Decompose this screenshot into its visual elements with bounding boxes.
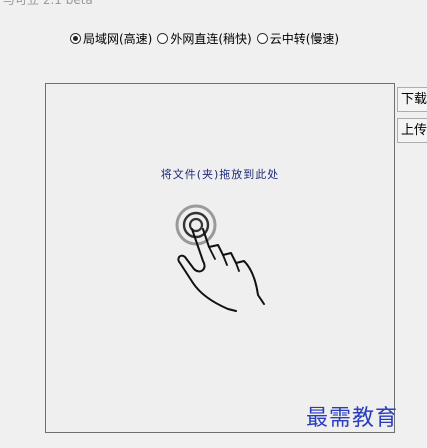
file-drop-zone[interactable]: 将文件(夹)拖放到此处 [45,83,395,433]
download-button[interactable]: 下载 [397,87,427,112]
transfer-mode-group: 局域网(高速) 外网直连(稍快) 云中转(慢速) [70,29,344,47]
title-bar: 与可立 2.1 beta [0,0,427,10]
radio-unchecked-icon [157,32,169,44]
window-title: 与可立 2.1 beta [3,0,93,7]
mode-direct-label: 外网直连(稍快) [170,31,252,46]
mode-lan-radio[interactable]: 局域网(高速) [70,30,152,47]
mode-relay-radio[interactable]: 云中转(慢速) [256,30,340,47]
radio-unchecked-icon [256,32,268,44]
mode-direct-radio[interactable]: 外网直连(稍快) [157,30,252,47]
watermark-text: 最需教育 [306,406,399,431]
drag-hand-icon [175,204,265,312]
upload-button[interactable]: 上传 [397,118,427,143]
drop-hint: 将文件(夹)拖放到此处 [160,168,280,181]
mode-relay-label: 云中转(慢速) [269,31,340,46]
mode-lan-label: 局域网(高速) [83,31,153,46]
radio-checked-icon [70,32,81,44]
